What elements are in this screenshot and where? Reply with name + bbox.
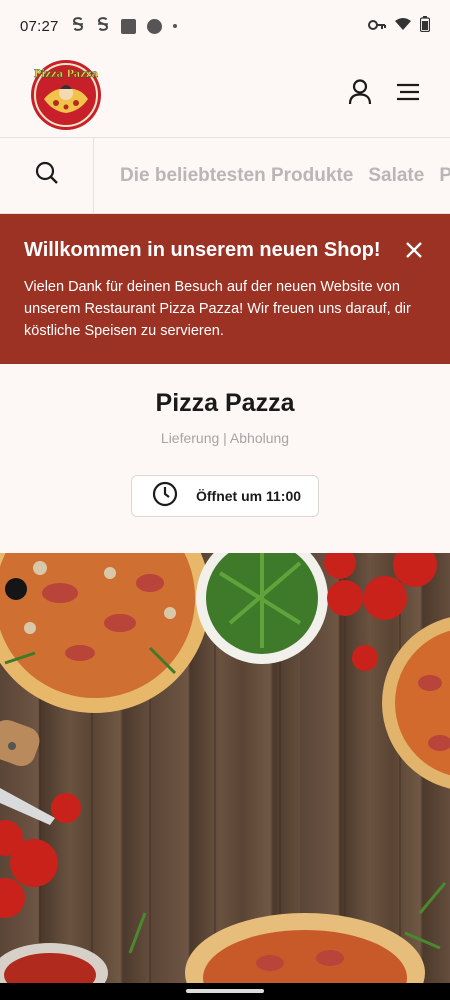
category-item[interactable]: Piz [439,165,450,187]
system-nav-bar [0,983,450,1000]
person-icon[interactable] [348,79,372,110]
category-nav: Die beliebtesten Produkte Salate Piz [0,138,450,214]
welcome-banner: Willkommen in unserem neuen Shop! Vielen… [0,214,450,364]
status-time: 07:27 [20,17,59,35]
category-item[interactable]: Die beliebtesten Produkte [120,165,353,187]
key-icon [368,18,386,35]
status-bar: 07:27 [0,0,450,52]
app-s-icon [96,16,110,36]
category-item[interactable]: Salate [368,165,424,187]
opening-label: Öffnet um 11:00 [196,488,302,504]
search-icon [35,161,59,190]
app-header: Pizza Pazza [0,52,450,138]
notification-icons [71,16,177,36]
home-indicator[interactable] [186,989,264,993]
square-icon [120,18,136,34]
hamburger-menu-icon[interactable] [396,83,420,106]
close-icon[interactable] [404,240,424,260]
banner-text: Vielen Dank für deinen Besuch auf der ne… [24,279,411,339]
clock-icon [152,481,178,512]
search-button[interactable] [0,138,94,213]
dot-icon [172,24,177,28]
opening-hours-button[interactable]: Öffnet um 11:00 [131,475,319,517]
banner-title: Willkommen in unserem neuen Shop! [24,239,381,261]
battery-icon [419,16,431,36]
store-info: Pizza Pazza Lieferung | Abholung Öffnet … [0,364,450,553]
wifi-icon [394,17,412,35]
svg-text:Pizza Pazza: Pizza Pazza [34,69,99,80]
store-name: Pizza Pazza [155,389,295,417]
restaurant-logo[interactable]: Pizza Pazza [30,59,102,131]
app-s-icon [71,16,85,36]
system-icons [368,16,431,36]
order-modes: Lieferung | Abholung [160,430,290,446]
hero-image [0,553,450,983]
circle-app-icon [146,18,162,34]
category-list: Die beliebtesten Produkte Salate Piz [94,165,450,187]
